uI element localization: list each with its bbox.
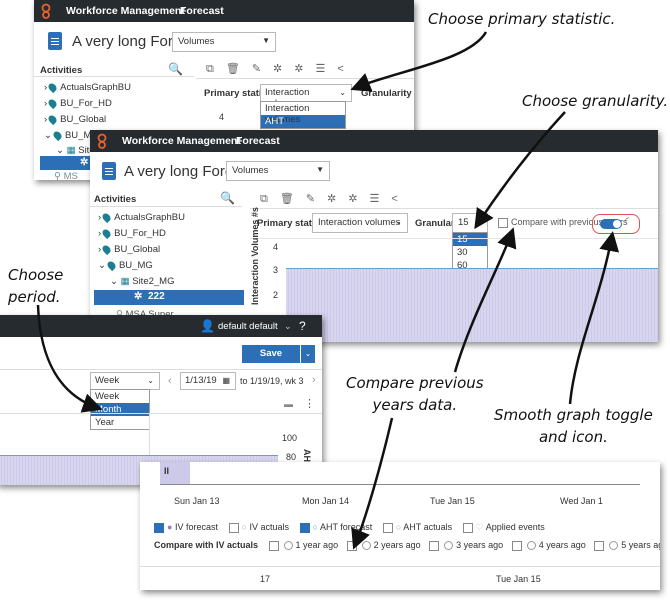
arrow-compare-years xyxy=(453,227,517,373)
arrow-compare-iv xyxy=(351,417,394,550)
arrow-smooth-toggle xyxy=(568,231,620,405)
annotation-arrows xyxy=(36,31,620,550)
arrow-primary-statistic xyxy=(350,31,488,92)
arrow-period xyxy=(36,304,103,413)
arrow-granularity xyxy=(474,111,566,230)
